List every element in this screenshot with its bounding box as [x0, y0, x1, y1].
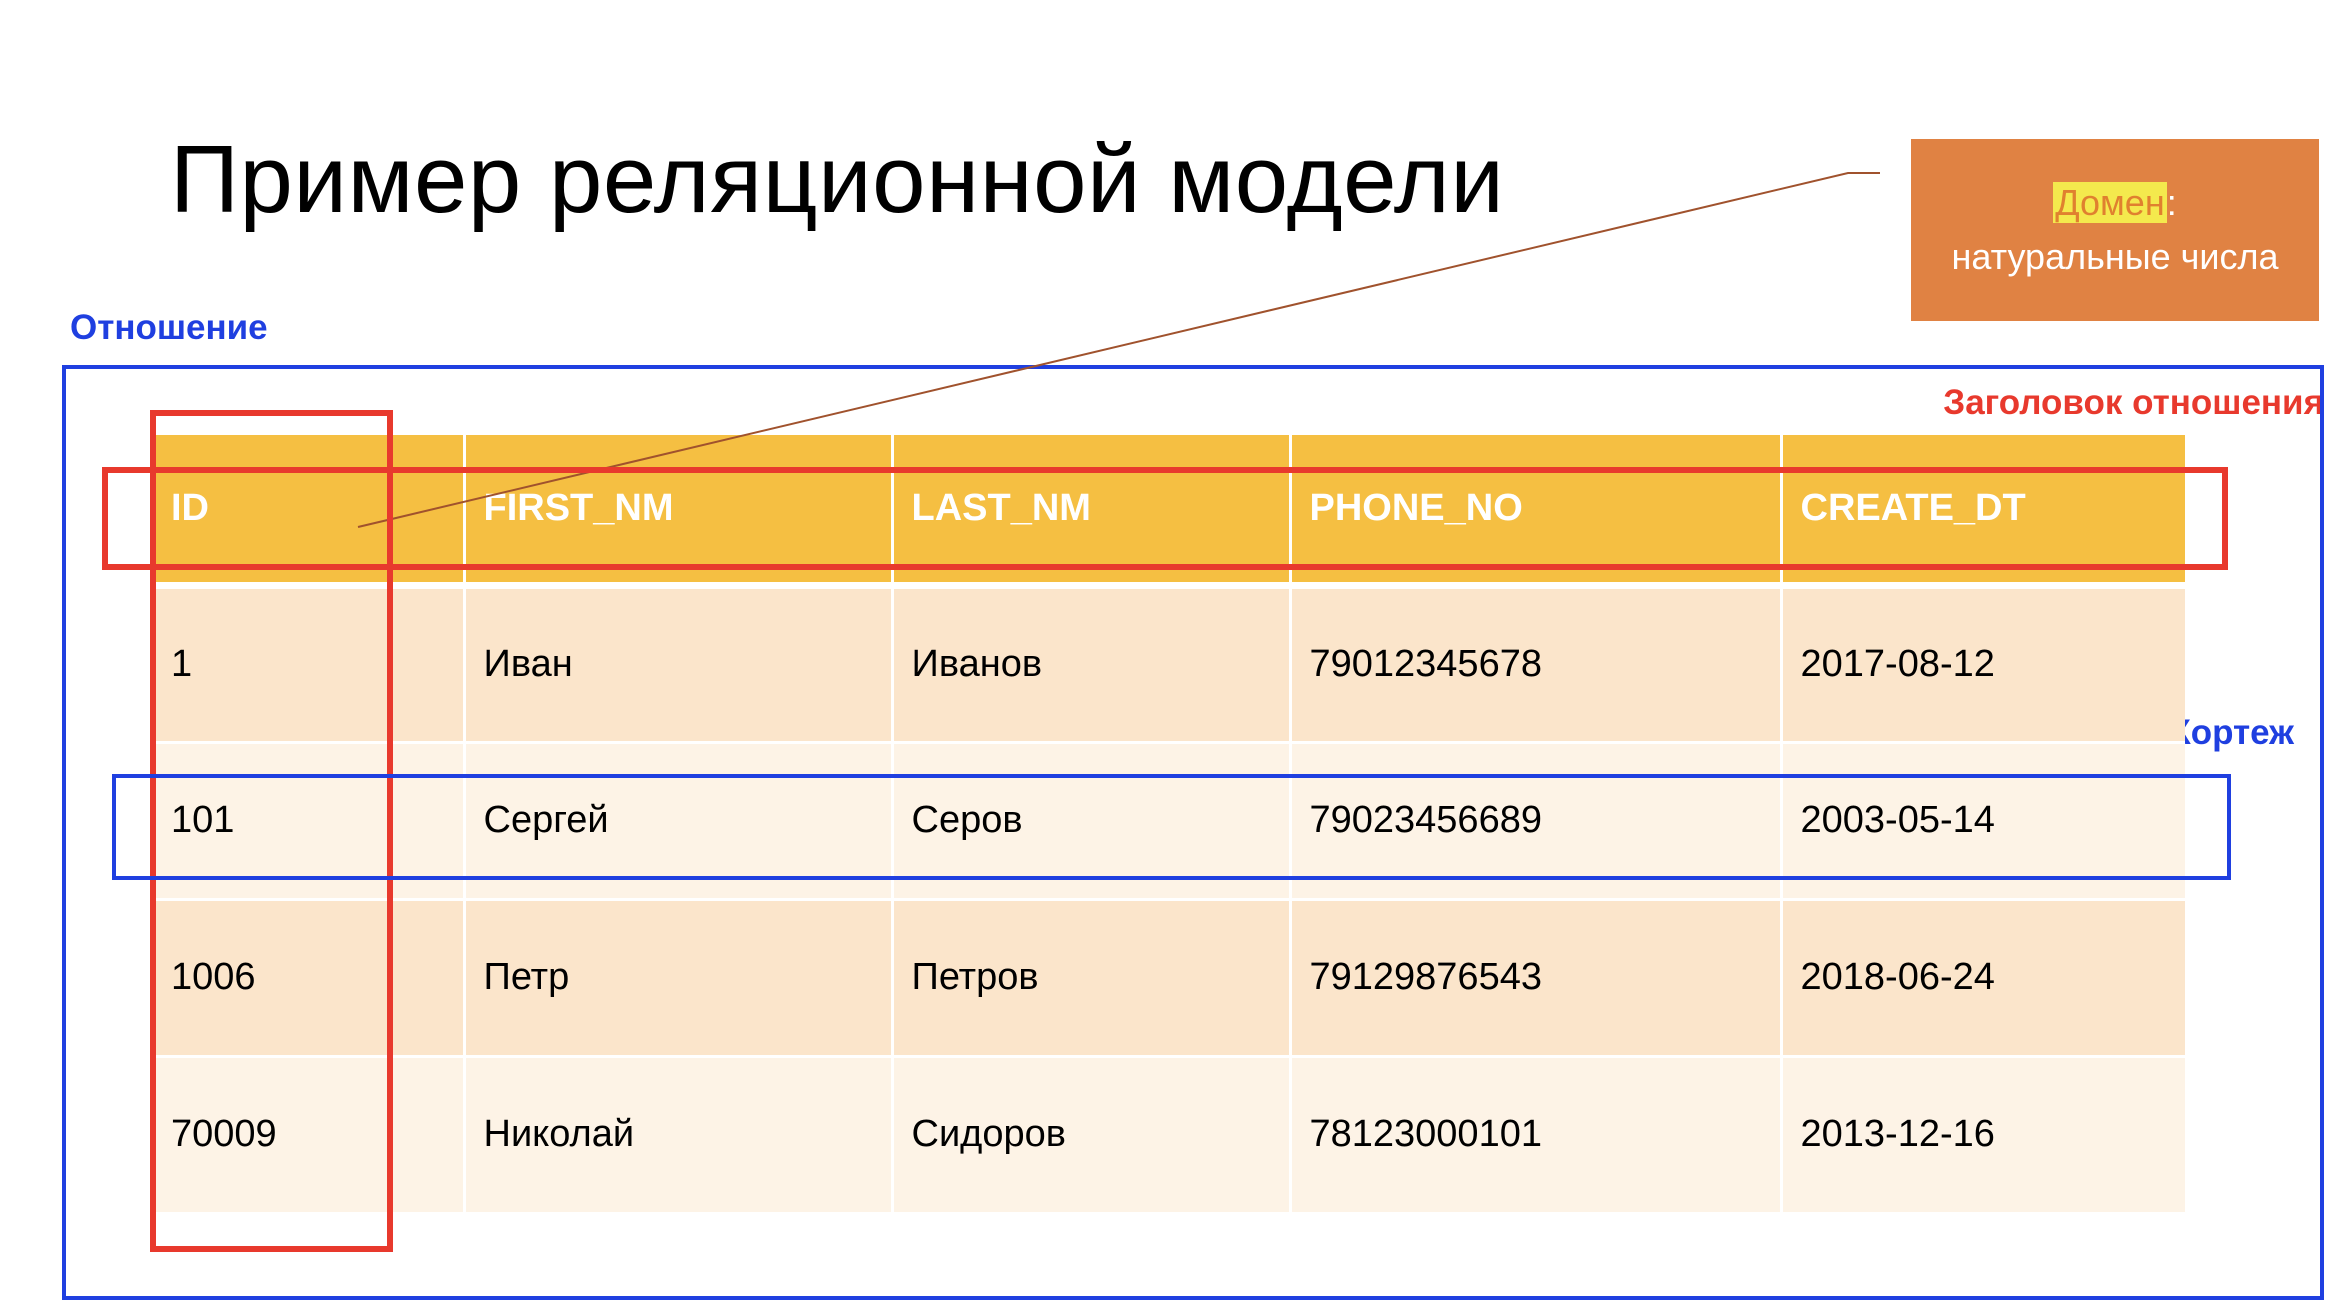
- cell-last-nm: Иванов: [892, 585, 1292, 744]
- cell-last-nm: Петров: [892, 899, 1292, 1058]
- cell-create-dt: 2013-12-16: [1781, 1056, 2185, 1215]
- cell-last-nm: Сидоров: [892, 1056, 1292, 1215]
- cell-id: 1006: [153, 899, 466, 1058]
- table-row: 1006 Петр Петров 79129876543 2018-06-24: [153, 899, 2185, 1058]
- slide: Пример реляционной модели Домен: натурал…: [0, 0, 2330, 1310]
- cell-phone-no: 78123000101: [1290, 1056, 1783, 1215]
- cell-create-dt: 2003-05-14: [1781, 742, 2185, 901]
- cell-first-nm: Сергей: [464, 742, 894, 901]
- cell-id: 101: [153, 742, 466, 901]
- slide-title: Пример реляционной модели: [170, 126, 1505, 233]
- domain-description: натуральные числа: [1951, 236, 2279, 277]
- relation-label: Отношение: [70, 308, 268, 347]
- column-header-last-nm: LAST_NM: [892, 435, 1292, 589]
- relation-table: ID FIRST_NM LAST_NM PHONE_NO CREATE_DT 1…: [153, 435, 2185, 1215]
- column-header-create-dt: CREATE_DT: [1781, 435, 2185, 589]
- column-header-first-nm: FIRST_NM: [464, 435, 894, 589]
- table-row: 1 Иван Иванов 79012345678 2017-08-12: [153, 585, 2185, 744]
- cell-create-dt: 2018-06-24: [1781, 899, 2185, 1058]
- domain-callout-term-line: Домен:: [2053, 176, 2177, 230]
- cell-create-dt: 2017-08-12: [1781, 585, 2185, 744]
- table-header-row: ID FIRST_NM LAST_NM PHONE_NO CREATE_DT: [153, 435, 2185, 589]
- cell-first-nm: Петр: [464, 899, 894, 1058]
- cell-first-nm: Николай: [464, 1056, 894, 1215]
- table-row: 101 Сергей Серов 79023456689 2003-05-14: [153, 742, 2185, 901]
- domain-term: Домен: [2053, 182, 2167, 223]
- cell-phone-no: 79012345678: [1290, 585, 1783, 744]
- column-header-id: ID: [153, 435, 466, 589]
- cell-id: 1: [153, 585, 466, 744]
- domain-callout: Домен: натуральные числа: [1911, 139, 2319, 321]
- cell-phone-no: 79129876543: [1290, 899, 1783, 1058]
- cell-last-nm: Серов: [892, 742, 1292, 901]
- cell-phone-no: 79023456689: [1290, 742, 1783, 901]
- cell-first-nm: Иван: [464, 585, 894, 744]
- table-row: 70009 Николай Сидоров 78123000101 2013-1…: [153, 1056, 2185, 1215]
- cell-id: 70009: [153, 1056, 466, 1215]
- domain-colon: :: [2166, 182, 2177, 223]
- column-header-phone-no: PHONE_NO: [1290, 435, 1783, 589]
